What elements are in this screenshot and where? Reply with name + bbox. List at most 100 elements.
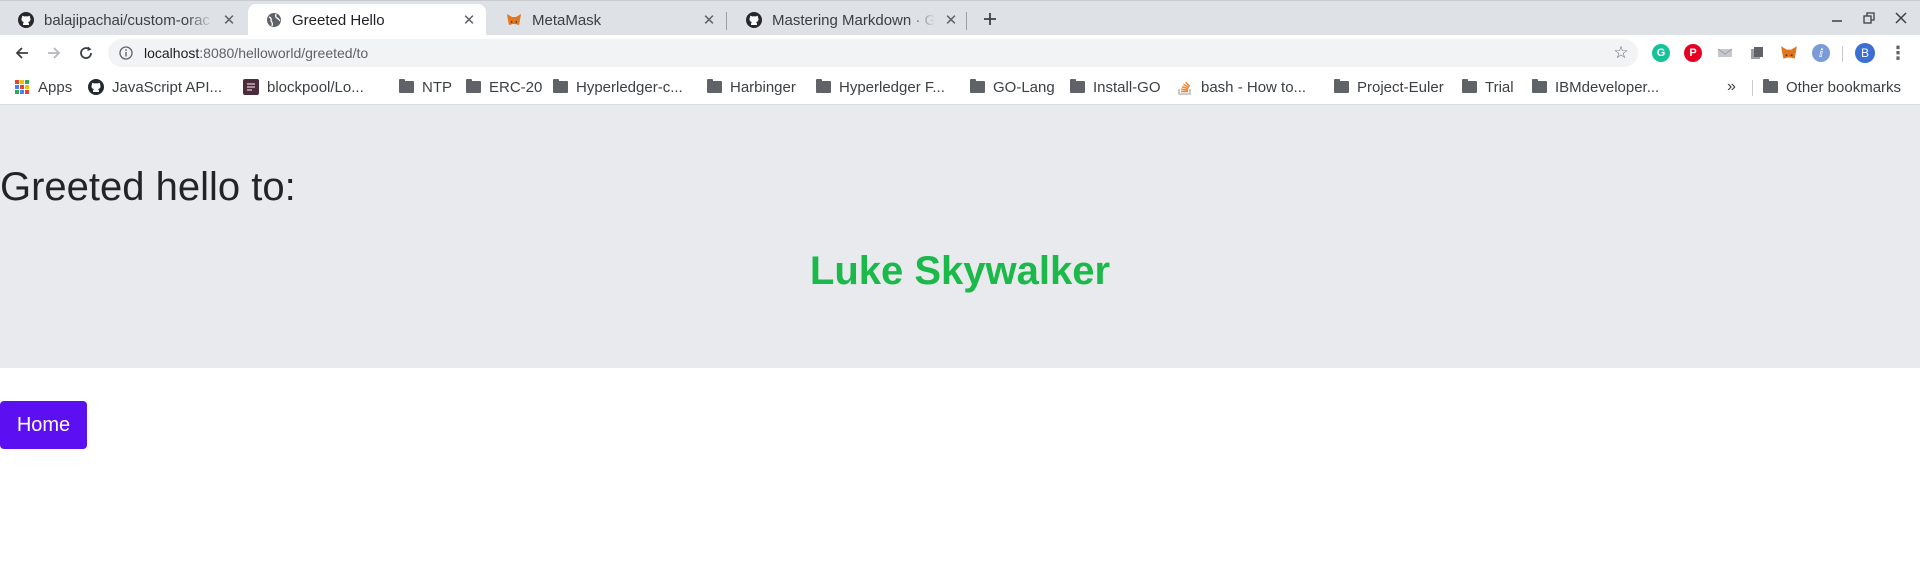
forward-button[interactable] (40, 39, 68, 67)
bookmark-label: Apps (38, 78, 73, 96)
page-heading: Greeted hello to: (0, 165, 296, 209)
bookmark-javascript-api[interactable]: JavaScript API... (88, 70, 222, 104)
plus-icon (984, 13, 996, 25)
folder-icon (815, 79, 831, 95)
tab-mastering-markdown[interactable]: Mastering Markdown · Git ✕ (728, 4, 968, 36)
bookmark-label: NTP (422, 78, 452, 96)
folder-icon (552, 79, 568, 95)
bookmark-label: JavaScript API... (112, 78, 223, 96)
close-icon[interactable]: ✕ (940, 9, 962, 31)
tab-title-fade (908, 4, 936, 36)
close-icon[interactable]: ✕ (698, 9, 720, 31)
github-icon (18, 12, 34, 28)
bookmark-blockpool[interactable]: blockpool/Lo... (243, 70, 364, 104)
stackoverflow-icon (1177, 79, 1193, 95)
close-window-button[interactable] (1884, 5, 1918, 31)
bookmark-label: bash - How to... (1201, 78, 1307, 96)
url-text: localhost:8080/helloworld/greeted/to (144, 45, 368, 61)
globe-icon (266, 12, 282, 28)
bookmark-ntp[interactable]: NTP (398, 70, 452, 104)
bookmark-hyperledger-f[interactable]: Hyperledger F... (815, 70, 945, 104)
github-icon (746, 12, 762, 28)
extension-icon[interactable]: ⅈ (1812, 44, 1830, 62)
tab-title: Greeted Hello (292, 11, 385, 29)
apps-grid-icon (14, 79, 30, 95)
menu-dots-icon[interactable]: ⋮ (1889, 43, 1907, 63)
bookmark-label: blockpool/Lo... (267, 78, 364, 96)
avatar[interactable]: B (1855, 43, 1875, 63)
toolbar-separator (1842, 46, 1843, 62)
bookmark-trial[interactable]: Trial (1461, 70, 1514, 104)
address-bar[interactable]: localhost:8080/helloworld/greeted/to ☆ (108, 39, 1638, 67)
folder-icon (398, 79, 414, 95)
metamask-fox-icon (506, 12, 522, 28)
folder-icon (1069, 79, 1085, 95)
minimize-icon (1832, 20, 1842, 22)
folder-icon (1333, 79, 1349, 95)
bookmark-apps[interactable]: Apps (14, 70, 72, 104)
bookmark-harbinger[interactable]: Harbinger (706, 70, 796, 104)
bookmark-star-icon[interactable]: ☆ (1612, 43, 1630, 62)
tab-metamask[interactable]: MetaMask ✕ (488, 4, 726, 36)
tab-title-fade (666, 4, 694, 36)
folder-icon (706, 79, 722, 95)
folder-icon (1461, 79, 1477, 95)
tab-greeted-hello[interactable]: Greeted Hello ✕ (248, 4, 486, 36)
greeted-name: Luke Skywalker (809, 249, 1111, 293)
jumbotron: Greeted hello to: Luke Skywalker (0, 105, 1920, 368)
folder-icon (465, 79, 481, 95)
pinterest-icon[interactable]: P (1684, 44, 1702, 62)
bookmark-other-bookmarks[interactable]: Other bookmarks (1762, 70, 1901, 104)
bookmark-install-go[interactable]: Install-GO (1069, 70, 1161, 104)
bookmark-label: Project-Euler (1357, 78, 1444, 96)
bookmark-label: ERC-20 (489, 78, 543, 96)
arrow-right-icon (48, 47, 61, 59)
grammarly-icon[interactable]: G (1652, 44, 1670, 62)
folder-icon (1762, 79, 1778, 95)
back-button[interactable] (8, 39, 36, 67)
home-button[interactable]: Home (0, 401, 87, 449)
close-icon (1895, 12, 1907, 24)
tab-custom-oracle[interactable]: balajipachai/custom-orac ✕ (0, 4, 246, 36)
bookmark-go-lang[interactable]: GO-Lang (969, 70, 1055, 104)
extension-icon[interactable] (1748, 44, 1766, 62)
bookmark-label: GO-Lang (993, 78, 1055, 96)
info-icon[interactable] (118, 45, 134, 61)
restore-icon (1863, 12, 1875, 24)
folder-icon (1531, 79, 1547, 95)
extension-icon[interactable] (1716, 44, 1734, 62)
bookmark-label: Install-GO (1093, 78, 1161, 96)
tab-separator (966, 12, 967, 30)
close-icon[interactable]: ✕ (458, 9, 480, 31)
bookmarks-bar: Apps JavaScript API... blockpool/Lo... N… (0, 70, 1920, 105)
bookmark-label: Hyperledger-c... (576, 78, 683, 96)
close-icon[interactable]: ✕ (218, 9, 240, 31)
github-icon (88, 79, 104, 95)
new-tab-button[interactable] (976, 7, 1004, 31)
bookmark-label: Harbinger (730, 78, 796, 96)
folder-icon (969, 79, 985, 95)
metamask-fox-icon[interactable] (1780, 44, 1798, 62)
bookmark-label: Other bookmarks (1786, 78, 1902, 96)
reload-button[interactable] (72, 39, 100, 67)
tab-separator (726, 12, 727, 30)
tab-strip: balajipachai/custom-orac ✕ Greeted Hello… (0, 0, 1920, 36)
url-host: localhost (144, 45, 200, 61)
bookmark-hyperledger-c[interactable]: Hyperledger-c... (552, 70, 683, 104)
bookmark-label: IBMdeveloper... (1555, 78, 1660, 96)
browser-toolbar: localhost:8080/helloworld/greeted/to ☆ G… (0, 35, 1920, 70)
bookmark-project-euler[interactable]: Project-Euler (1333, 70, 1444, 104)
restore-button[interactable] (1852, 5, 1886, 31)
url-path: :8080/helloworld/greeted/to (199, 45, 369, 61)
bookmark-ibmdeveloper[interactable]: IBMdeveloper... (1531, 70, 1659, 104)
bookmark-label: Trial (1485, 78, 1514, 96)
blockpool-icon (243, 79, 259, 95)
reload-icon (80, 46, 92, 59)
bookmark-bash-how-to[interactable]: bash - How to... (1177, 70, 1306, 104)
more-bookmarks-chevron-icon[interactable]: » (1727, 78, 1736, 96)
minimize-button[interactable] (1820, 5, 1854, 31)
bookmarks-separator (1752, 80, 1753, 96)
arrow-left-icon (15, 47, 28, 59)
bookmark-label: Hyperledger F... (839, 78, 945, 96)
bookmark-erc20[interactable]: ERC-20 (465, 70, 542, 104)
